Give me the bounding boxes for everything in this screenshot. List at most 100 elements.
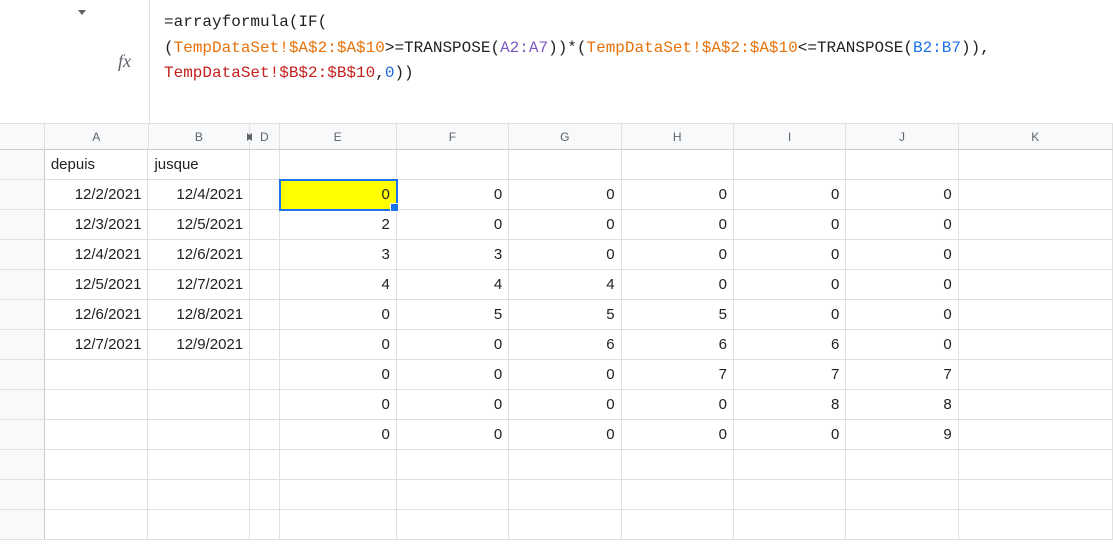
name-box[interactable] (0, 0, 100, 123)
cell[interactable] (45, 450, 149, 480)
cell[interactable] (734, 480, 846, 510)
cell[interactable] (250, 300, 280, 330)
cell[interactable] (734, 150, 846, 180)
cell[interactable] (250, 420, 280, 450)
cell[interactable] (250, 390, 280, 420)
cell[interactable]: 0 (846, 240, 958, 270)
cell[interactable]: 3 (397, 240, 509, 270)
cell[interactable] (959, 510, 1113, 540)
col-header-G[interactable]: G (509, 124, 621, 150)
row-header[interactable] (0, 180, 45, 210)
cell[interactable] (959, 180, 1113, 210)
cell[interactable]: 12/6/2021 (45, 300, 149, 330)
formula-input[interactable]: =arrayformula(IF((TempDataSet!$A$2:$A$10… (150, 0, 1113, 123)
cell[interactable] (959, 300, 1113, 330)
cell[interactable] (280, 510, 397, 540)
row-header[interactable] (0, 450, 45, 480)
cell[interactable] (622, 150, 734, 180)
cell[interactable] (846, 150, 958, 180)
row-header[interactable] (0, 300, 45, 330)
cell[interactable]: 0 (734, 240, 846, 270)
col-header-D[interactable]: D (250, 124, 279, 150)
cell[interactable]: 0 (622, 420, 734, 450)
col-header-K[interactable]: K (959, 124, 1113, 150)
cell[interactable] (959, 210, 1113, 240)
cell[interactable]: 12/9/2021 (148, 330, 250, 360)
row-header[interactable] (0, 360, 45, 390)
cell[interactable]: 2 (280, 210, 397, 240)
cell[interactable] (250, 480, 280, 510)
cell[interactable] (959, 240, 1113, 270)
cell[interactable]: 0 (734, 180, 846, 210)
cell[interactable] (250, 450, 280, 480)
col-header-I[interactable]: I (734, 124, 846, 150)
cell[interactable]: 0 (397, 420, 509, 450)
cell[interactable] (734, 450, 846, 480)
cell[interactable]: 0 (846, 300, 958, 330)
cell[interactable] (846, 480, 958, 510)
cell[interactable] (397, 150, 509, 180)
cell[interactable]: 0 (846, 180, 958, 210)
cell[interactable]: 0 (622, 180, 734, 210)
row-header[interactable] (0, 210, 45, 240)
cell[interactable]: 0 (622, 270, 734, 300)
cell[interactable] (622, 510, 734, 540)
row-header[interactable] (0, 240, 45, 270)
cell[interactable]: 0 (280, 360, 397, 390)
cell[interactable] (846, 510, 958, 540)
cell[interactable]: 6 (734, 330, 846, 360)
cell[interactable]: 8 (734, 390, 846, 420)
row-header[interactable] (0, 150, 45, 180)
cell[interactable] (959, 480, 1113, 510)
cell[interactable]: 3 (280, 240, 397, 270)
cell[interactable]: 0 (280, 300, 397, 330)
cell[interactable]: 0 (509, 210, 621, 240)
cell[interactable]: 4 (280, 270, 397, 300)
cell[interactable] (148, 510, 250, 540)
row-header[interactable] (0, 510, 45, 540)
cell[interactable]: 0 (509, 420, 621, 450)
cell[interactable]: 7 (734, 360, 846, 390)
cell[interactable] (280, 480, 397, 510)
cell[interactable]: 9 (846, 420, 958, 450)
cell[interactable] (250, 360, 280, 390)
cell[interactable]: 0 (734, 300, 846, 330)
cell[interactable] (280, 150, 397, 180)
cell[interactable]: 7 (622, 360, 734, 390)
cell[interactable]: 0 (622, 210, 734, 240)
col-header-F[interactable]: F (397, 124, 509, 150)
cell[interactable]: 5 (509, 300, 621, 330)
cell[interactable]: 12/8/2021 (148, 300, 250, 330)
cell[interactable]: 0 (846, 270, 958, 300)
cell[interactable]: 12/7/2021 (148, 270, 250, 300)
cell[interactable] (250, 210, 280, 240)
cell[interactable]: 0 (397, 330, 509, 360)
cell[interactable] (148, 390, 250, 420)
row-header[interactable] (0, 420, 45, 450)
cell[interactable] (959, 150, 1113, 180)
cell[interactable]: 8 (846, 390, 958, 420)
cell[interactable] (250, 240, 280, 270)
cell[interactable]: 12/5/2021 (148, 210, 250, 240)
cell[interactable] (397, 450, 509, 480)
cell[interactable] (45, 510, 149, 540)
cell[interactable]: 4 (509, 270, 621, 300)
cell[interactable] (148, 480, 250, 510)
cell[interactable]: 0 (509, 390, 621, 420)
cell[interactable] (622, 450, 734, 480)
cell-header-A[interactable]: depuis (45, 150, 149, 180)
cell[interactable] (397, 480, 509, 510)
cell[interactable] (250, 150, 280, 180)
cell[interactable]: 0 (280, 390, 397, 420)
cell[interactable]: 12/2/2021 (45, 180, 149, 210)
cell[interactable]: 0 (509, 180, 621, 210)
cell[interactable]: 12/3/2021 (45, 210, 149, 240)
col-header-B[interactable]: B (149, 124, 251, 150)
cell[interactable]: 12/4/2021 (148, 180, 250, 210)
cell[interactable]: 0 (622, 240, 734, 270)
cell[interactable] (959, 420, 1113, 450)
cell[interactable] (148, 420, 250, 450)
cell[interactable] (250, 270, 280, 300)
cell[interactable] (280, 450, 397, 480)
col-header-E[interactable]: E (280, 124, 397, 150)
